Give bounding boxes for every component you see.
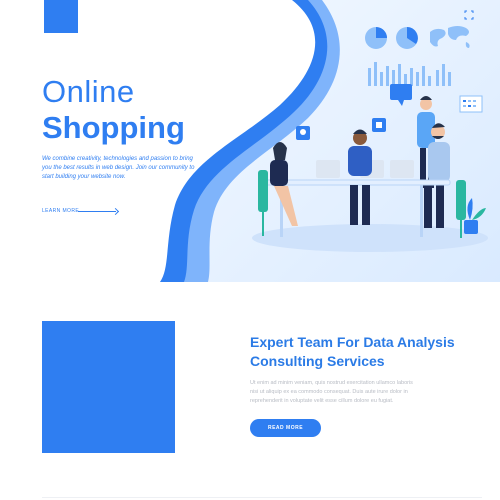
hero-description: We combine creativity, technologies and … — [42, 156, 195, 180]
puzzle-icon — [372, 118, 386, 132]
pie-chart-icon — [365, 27, 418, 49]
section-title: Expert Team For Data Analysis Consulting… — [250, 334, 455, 369]
plant-icon — [464, 198, 486, 234]
team-meeting-illustration — [252, 26, 488, 252]
bar-chart-icon — [368, 62, 451, 86]
divider — [42, 497, 482, 498]
calendar-icon — [459, 95, 483, 113]
lightbulb-icon — [296, 126, 310, 140]
arrow-right-icon[interactable] — [78, 211, 116, 212]
section-text: Ut enim ad minim veniam, quis nostrud ex… — [250, 380, 413, 404]
feature-image-placeholder — [42, 321, 175, 453]
learn-more-link[interactable]: LEARN MORE — [42, 208, 79, 214]
logo-square — [44, 0, 78, 33]
world-map-icon — [430, 26, 470, 48]
chat-bubble-icon — [390, 84, 412, 106]
hero-title-line2: Shopping — [42, 110, 185, 145]
read-more-button[interactable]: READ MORE — [250, 419, 321, 437]
hero-title-line1: Online — [42, 74, 135, 109]
expand-icon[interactable] — [464, 10, 474, 20]
